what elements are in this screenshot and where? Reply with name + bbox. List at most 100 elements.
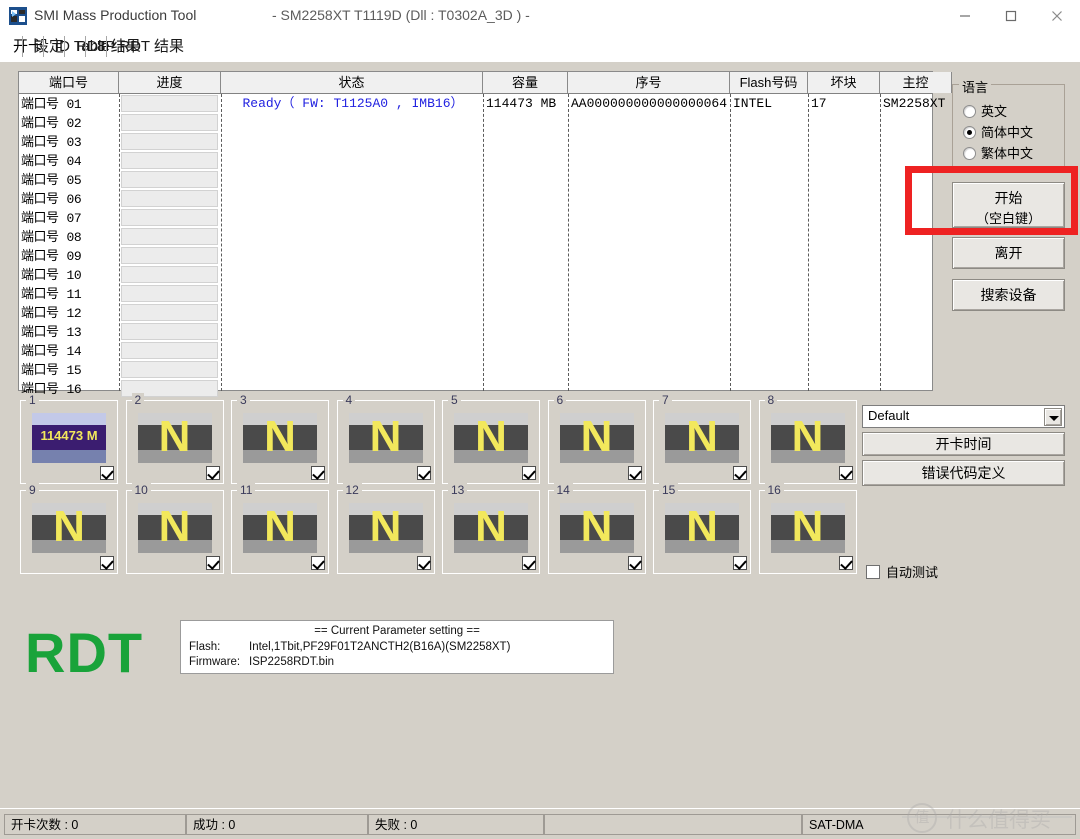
device-tile-number: 4 (342, 393, 356, 407)
device-tile-preview: N (454, 503, 528, 553)
device-tile-glyph: N (686, 503, 718, 551)
serial-cell (571, 170, 729, 189)
parameter-heading: == Current Parameter setting == (314, 625, 480, 637)
device-tile[interactable]: 16 N (758, 483, 857, 574)
grid-header-badblock[interactable]: 坏块 (808, 72, 880, 93)
port-cell: 端口号 08 (21, 227, 119, 246)
device-tile[interactable]: 15 N (653, 483, 751, 574)
port-prefix: 端口号 (21, 343, 59, 358)
chevron-down-icon[interactable] (1044, 408, 1062, 426)
radio-icon[interactable] (963, 105, 976, 118)
exit-button[interactable]: 离开 (952, 237, 1065, 269)
grid-header-progress[interactable]: 进度 (119, 72, 221, 93)
port-status-grid[interactable]: 端口号 进度 状态 容量 序号 Flash号码 坏块 主控 端口号 01 Ready（ FW: T… (18, 71, 952, 397)
port-number: 07 (66, 211, 82, 226)
device-tile-checkbox[interactable] (100, 466, 114, 480)
device-tile[interactable]: 10 N (125, 483, 224, 574)
table-row[interactable]: 端口号 12 (19, 303, 932, 322)
grid-header-capacity[interactable]: 容量 (483, 72, 568, 93)
tab-separator (64, 36, 65, 57)
device-tile[interactable]: 4N (336, 393, 435, 484)
checkbox-icon[interactable] (866, 565, 880, 579)
device-tile-checkbox[interactable] (100, 556, 114, 570)
preview-band-top (32, 413, 106, 425)
error-code-definition-button[interactable]: 错误代码定义 (862, 460, 1065, 486)
grid-header-status[interactable]: 状态 (221, 72, 483, 93)
grid-header-flash[interactable]: Flash号码 (730, 72, 808, 93)
tab-5[interactable]: 8P RDT 结果 (88, 33, 193, 60)
device-tile[interactable]: 8N (758, 393, 857, 484)
device-tile-checkbox[interactable] (205, 556, 220, 570)
watermark: 值 什么值得买 (902, 800, 1072, 834)
maximize-button[interactable] (988, 0, 1034, 31)
flash-cell (733, 246, 807, 265)
device-tile[interactable]: 7N (653, 393, 751, 484)
device-tile[interactable]: 1 114473 M (20, 393, 118, 484)
card-time-button[interactable]: 开卡时间 (862, 432, 1065, 456)
table-row[interactable]: 端口号 02 (19, 113, 932, 132)
profile-select[interactable]: Default (862, 405, 1065, 428)
table-row[interactable]: 端口号 13 (19, 322, 932, 341)
table-row[interactable]: 端口号 04 (19, 151, 932, 170)
device-tile-checkbox[interactable] (838, 556, 853, 570)
serial-cell (571, 151, 729, 170)
device-tile[interactable]: 5N (442, 393, 540, 484)
card-time-button-label: 开卡时间 (935, 436, 992, 452)
device-tile-checkbox[interactable] (311, 556, 325, 570)
ctrl-cell (883, 113, 951, 132)
table-row[interactable]: 端口号 06 (19, 189, 932, 208)
close-button[interactable] (1034, 0, 1080, 31)
progress-bar (121, 247, 218, 264)
table-row[interactable]: 端口号 10 (19, 265, 932, 284)
device-tile-checkbox[interactable] (205, 466, 220, 480)
device-tile-checkbox[interactable] (416, 466, 431, 480)
device-tile[interactable]: 13 N (442, 483, 540, 574)
device-tile-checkbox[interactable] (522, 466, 536, 480)
table-row[interactable]: 端口号 15 (19, 360, 932, 379)
device-tile-checkbox[interactable] (838, 466, 853, 480)
radio-icon[interactable] (963, 126, 976, 139)
status-bar-cell-4 (544, 814, 802, 835)
device-tile-checkbox[interactable] (627, 466, 642, 480)
device-tile[interactable]: 12 N (336, 483, 435, 574)
table-row[interactable]: 端口号 01 Ready（ FW: T1125A0 , IMB16） 114473 M… (19, 94, 945, 113)
radio-icon[interactable] (963, 147, 976, 160)
device-tile[interactable]: 3N (231, 393, 329, 484)
table-row[interactable]: 端口号 14 (19, 341, 932, 360)
progress-bar (121, 361, 218, 378)
annotation-highlight-rect (905, 166, 1078, 235)
device-tile-checkbox[interactable] (733, 466, 747, 480)
device-tile[interactable]: 14 N (547, 483, 646, 574)
device-tile-number: 14 (553, 483, 573, 497)
progress-bar (121, 171, 218, 188)
device-tile[interactable]: 6N (547, 393, 646, 484)
language-radio-3[interactable]: 繁体中文 (963, 143, 1033, 162)
minimize-button[interactable] (942, 0, 988, 31)
table-row[interactable]: 端口号 07 (19, 208, 932, 227)
grid-header-serial[interactable]: 序号 (568, 72, 730, 93)
table-row[interactable]: 端口号 16 (19, 379, 932, 398)
device-tile-checkbox[interactable] (311, 466, 325, 480)
device-tile[interactable]: 11 N (231, 483, 329, 574)
device-tile[interactable]: 2N (125, 393, 224, 484)
grid-header-ctrl[interactable]: 主控 (880, 72, 952, 93)
language-radio-1[interactable]: 英文 (963, 101, 1007, 120)
language-radio-2[interactable]: 简体中文 (963, 122, 1033, 141)
device-tile-number: 9 (26, 483, 39, 497)
progress-bar (121, 266, 218, 283)
device-tile[interactable]: 9N (20, 483, 118, 574)
device-tile-checkbox[interactable] (522, 556, 536, 570)
device-tile-checkbox[interactable] (416, 556, 431, 570)
table-row[interactable]: 端口号 05 (19, 170, 932, 189)
port-cell: 端口号 03 (21, 132, 119, 151)
table-row[interactable]: 端口号 09 (19, 246, 932, 265)
table-row[interactable]: 端口号 08 (19, 227, 932, 246)
device-tile-checkbox[interactable] (627, 556, 642, 570)
port-prefix: 端口号 (21, 286, 59, 301)
table-row[interactable]: 端口号 11 (19, 284, 932, 303)
search-device-button[interactable]: 搜索设备 (952, 279, 1065, 311)
table-row[interactable]: 端口号 03 (19, 132, 932, 151)
auto-test-checkbox[interactable]: 自动测试 (866, 562, 938, 581)
grid-header-port[interactable]: 端口号 (19, 72, 119, 93)
device-tile-checkbox[interactable] (733, 556, 747, 570)
